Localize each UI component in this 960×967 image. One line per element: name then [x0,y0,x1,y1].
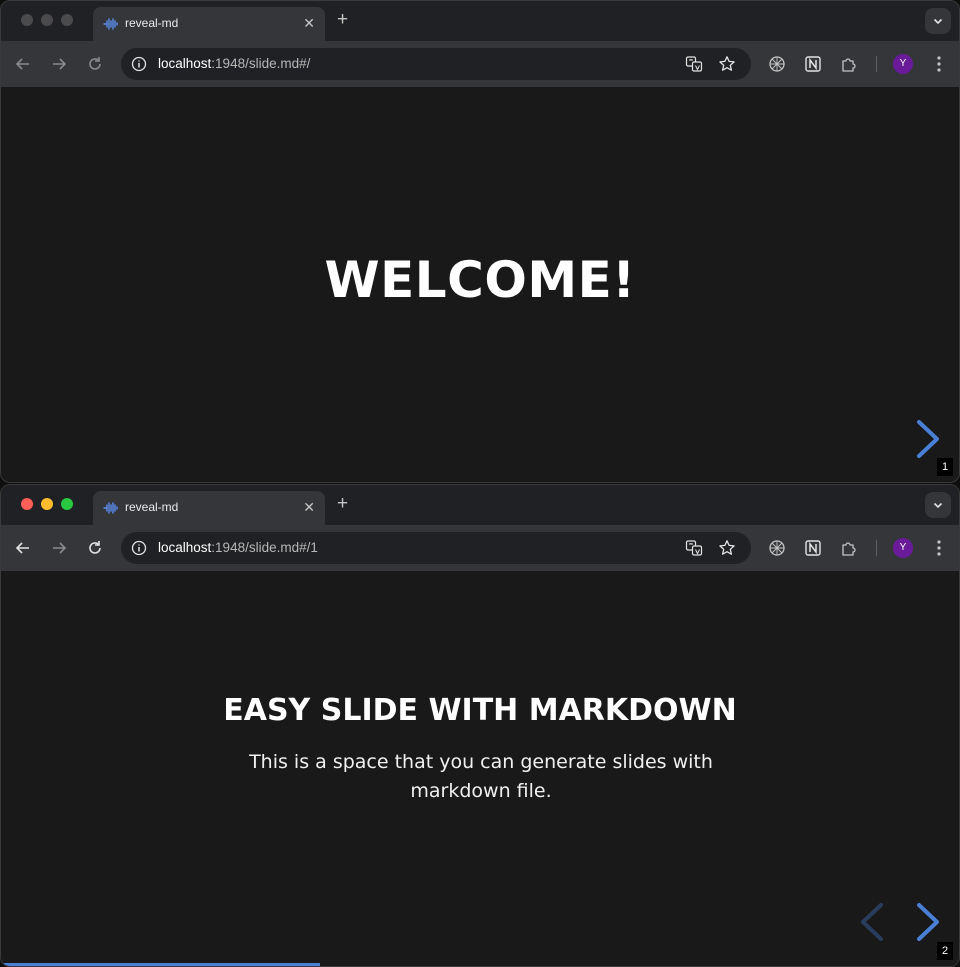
reload-icon[interactable] [85,538,105,558]
slide-progress-fill [1,963,320,966]
extension-compass-icon[interactable] [768,539,786,557]
toolbar-divider [876,56,877,72]
site-info-icon[interactable] [131,56,147,72]
url-host: localhost [158,540,212,555]
profile-avatar[interactable]: Y [893,54,913,74]
reveal-favicon-icon [103,18,118,30]
bookmark-star-icon[interactable] [718,539,736,557]
new-tab-button[interactable]: + [337,10,348,30]
slide-progress-bar [1,963,959,966]
slide-viewport: EASY SLIDE WITH MARKDOWN This is a space… [1,571,959,966]
forward-arrow-icon[interactable] [49,538,69,558]
notion-icon[interactable] [804,55,822,73]
window-controls [21,498,73,510]
site-info-icon[interactable] [131,540,147,556]
reload-icon[interactable] [85,54,105,74]
tab-strip: reveal-md ✕ + [1,485,959,525]
next-slide-arrow-icon[interactable] [915,419,941,459]
more-menu-icon[interactable] [931,538,947,558]
more-menu-icon[interactable] [931,54,947,74]
tab-search-button[interactable] [925,8,951,34]
window-controls [21,14,73,26]
slide-body-text: This is a space that you can generate sl… [231,748,731,806]
zoom-window-button[interactable] [61,498,73,510]
close-window-button[interactable] [21,498,33,510]
previous-slide-arrow-icon[interactable] [859,902,885,942]
bookmark-star-icon[interactable] [718,55,736,73]
slide-number: 2 [937,942,953,960]
forward-arrow-icon[interactable] [49,54,69,74]
url-text[interactable]: localhost:1948/slide.md#/1 [158,540,318,555]
slide-viewport: WELCOME! 1 [1,87,959,482]
tab-title: reveal-md [125,500,179,514]
url-path: :1948/slide.md#/ [211,56,311,71]
minimize-window-button[interactable] [41,498,53,510]
slide-body-line-1: This is a space that you can generate sl… [249,751,713,773]
tab-search-button[interactable] [925,492,951,518]
reveal-favicon-icon [103,502,118,514]
profile-avatar[interactable]: Y [893,538,913,558]
slide-body-line-2: markdown file. [410,780,552,802]
close-window-button[interactable] [21,14,33,26]
browser-toolbar: localhost:1948/slide.md#/ Y [1,41,959,87]
tab-title: reveal-md [125,16,179,30]
address-bar[interactable]: localhost:1948/slide.md#/ [121,48,751,80]
extension-compass-icon[interactable] [768,55,786,73]
extensions-puzzle-icon[interactable] [840,55,858,73]
tab-reveal-md[interactable]: reveal-md ✕ [93,7,325,41]
url-host: localhost [158,56,212,71]
next-slide-arrow-icon[interactable] [915,902,941,942]
chevron-down-icon [933,18,943,25]
zoom-window-button[interactable] [61,14,73,26]
slide-heading: WELCOME! [324,251,636,309]
translate-icon[interactable] [685,539,703,557]
notion-icon[interactable] [804,539,822,557]
chevron-down-icon [933,502,943,509]
new-tab-button[interactable]: + [337,494,348,514]
toolbar-divider [876,540,877,556]
url-path: :1948/slide.md#/1 [211,540,318,555]
address-bar[interactable]: localhost:1948/slide.md#/1 [121,532,751,564]
back-arrow-icon[interactable] [13,538,33,558]
tab-reveal-md[interactable]: reveal-md ✕ [93,491,325,525]
back-arrow-icon[interactable] [13,54,33,74]
close-tab-icon[interactable]: ✕ [303,499,315,515]
tab-strip: reveal-md ✕ + [1,1,959,41]
browser-window-1: reveal-md ✕ + localhost:1948/slide.md#/ [0,0,960,483]
browser-toolbar: localhost:1948/slide.md#/1 Y [1,525,959,571]
minimize-window-button[interactable] [41,14,53,26]
url-text[interactable]: localhost:1948/slide.md#/ [158,56,310,71]
translate-icon[interactable] [685,55,703,73]
extensions-puzzle-icon[interactable] [840,539,858,557]
slide-heading: EASY SLIDE WITH MARKDOWN [223,693,737,728]
browser-window-2: reveal-md ✕ + localhost:1948/slide.md#/1 [0,484,960,967]
slide-number: 1 [937,458,953,476]
close-tab-icon[interactable]: ✕ [303,15,315,31]
